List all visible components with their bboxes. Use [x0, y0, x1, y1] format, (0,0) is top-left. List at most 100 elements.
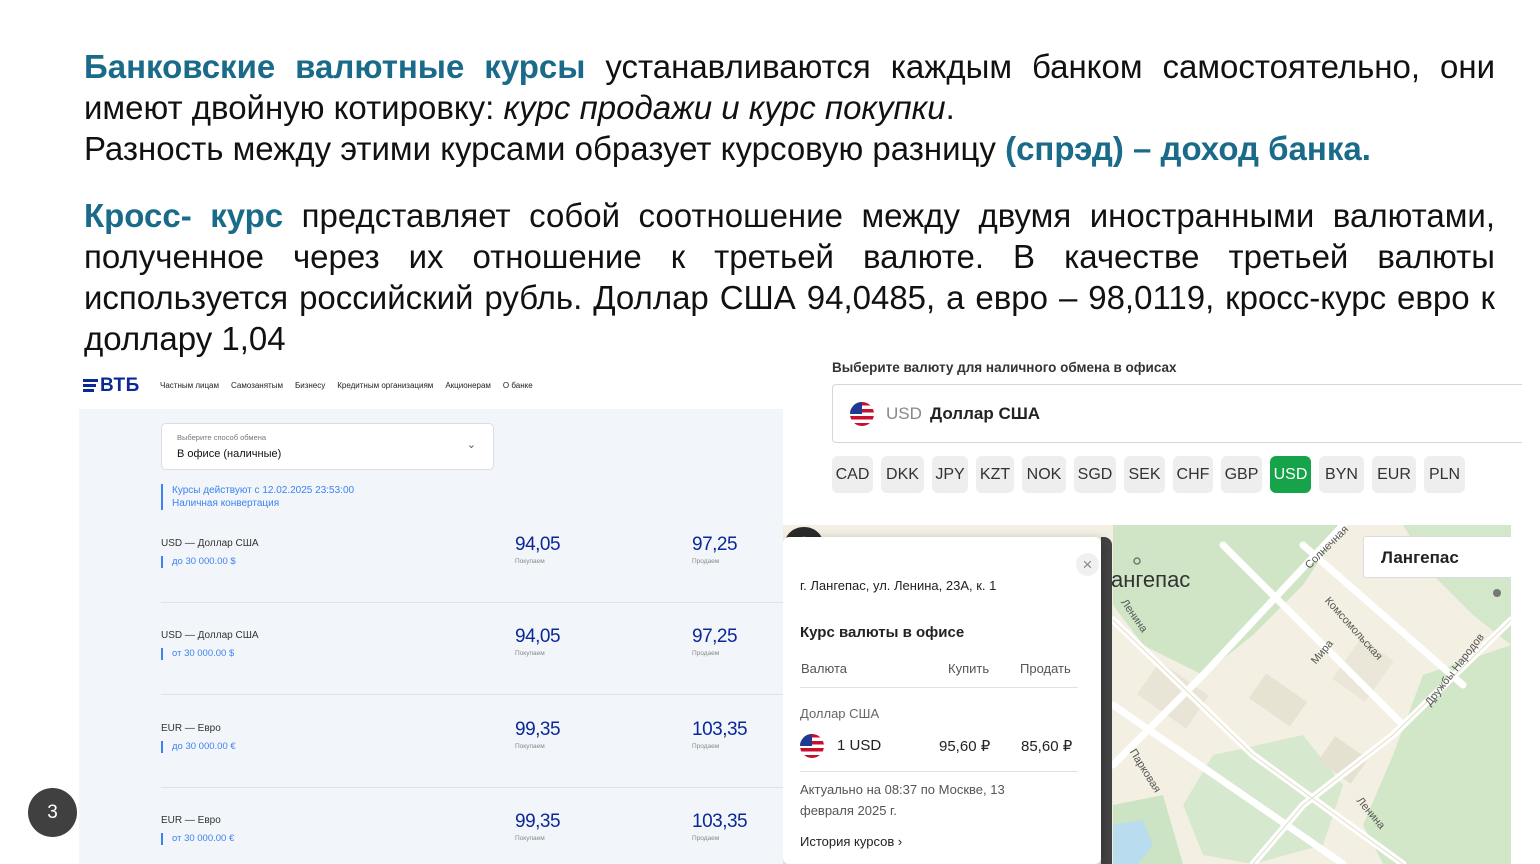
rate-limit: от 30 000.00 $ [161, 648, 234, 660]
rate-currency: EUR — Евро [161, 815, 221, 826]
rates-validity-note: Курсы действуют с 12.02.2025 23:53:00 На… [161, 484, 354, 510]
sell-caption: Продаем [692, 558, 720, 565]
table-divider [800, 771, 1078, 772]
vtb-body: Выберите способ обмена В офисе (наличные… [79, 409, 783, 864]
slide-text: Банковские валютные курсы устанавливаютс… [84, 46, 1495, 359]
buy-rate: 94,05 [515, 534, 561, 555]
sell-caption: Продаем [692, 650, 720, 657]
popup-sell-rate: 85,60 ₽ [1021, 738, 1073, 755]
office-rate-popup: × г. Лангепас, ул. Ленина, 23А, к. 1 Кур… [783, 537, 1101, 864]
exchange-method-label: Выберите способ обмена [177, 433, 267, 442]
table-divider [800, 687, 1078, 688]
nav-item[interactable]: Кредитным организациям [337, 381, 433, 390]
close-icon[interactable]: × [1076, 553, 1099, 576]
currency-chip-chf[interactable]: CHF [1173, 456, 1213, 493]
paragraph-cross-rate: Кросс- курс представляет собой соотношен… [84, 195, 1495, 359]
nav-item[interactable]: Бизнесу [295, 381, 325, 390]
popup-title: Курс валюты в офисе [800, 624, 965, 641]
buy-rate: 94,05 [515, 626, 561, 647]
rate-row: EUR — Евро до 30 000.00 € 99,35 Покупаем… [161, 719, 783, 815]
rate-row: USD — Доллар США до 30 000.00 $ 94,05 По… [161, 534, 783, 630]
office-address: г. Лангепас, ул. Ленина, 23А, к. 1 [800, 578, 997, 593]
paragraph-spread: Разность между этими курсами образует ку… [84, 128, 1495, 169]
map-town-label: ангепас [1111, 567, 1191, 592]
sell-rate: 103,35 [692, 811, 748, 832]
currency-chip-gbp[interactable]: GBP [1221, 456, 1262, 493]
term-spread: (спрэд) – доход банка. [1005, 130, 1371, 167]
exchange-method-select[interactable]: Выберите способ обмена В офисе (наличные… [161, 423, 494, 470]
vtb-header: ВТБ Частным лицам Самозанятым Бизнесу Кр… [79, 368, 783, 409]
italic-phrase: курс продажи и курс покупки [503, 89, 946, 126]
column-buy: Купить [948, 661, 990, 676]
map-search-input[interactable]: Лангепас [1363, 536, 1511, 578]
nav-item[interactable]: О банке [503, 381, 533, 390]
row-divider [161, 602, 783, 603]
popup-updated-time: Актуально на 08:37 по Москве, 13 февраля… [800, 782, 1005, 818]
office-map[interactable]: ангепас Солнечная Ленина Комсомольская М… [783, 525, 1511, 864]
currency-chip-kzt[interactable]: KZT [976, 456, 1014, 493]
paragraph-exchange-rates: Банковские валютные курсы устанавливаютс… [84, 46, 1495, 128]
buy-caption: Покупаем [515, 650, 545, 657]
rates-valid-from: Курсы действуют с 12.02.2025 23:53:00 [172, 485, 355, 496]
us-flag-icon [800, 734, 824, 758]
sell-caption: Продаем [692, 743, 720, 750]
sell-caption: Продаем [692, 835, 720, 842]
vtb-nav: Частным лицам Самозанятым Бизнесу Кредит… [160, 381, 533, 390]
sell-rate: 97,25 [692, 626, 738, 647]
rate-limit: до 30 000.00 $ [161, 556, 236, 568]
currency-chip-dkk[interactable]: DKK [881, 456, 924, 493]
rate-row: EUR — Евро от 30 000.00 € 99,35 Покупаем… [161, 811, 783, 864]
row-divider [161, 787, 783, 788]
rate-row: USD — Доллар США от 30 000.00 $ 94,05 По… [161, 626, 783, 722]
chevron-down-icon: ⌄ [466, 439, 476, 451]
currency-chip-byn[interactable]: BYN [1319, 456, 1364, 493]
paragraph-text: Разность между этими курсами образует ку… [84, 130, 1006, 167]
rate-limit: до 30 000.00 € [161, 741, 236, 753]
term-cross-rate: Кросс- курс [84, 197, 284, 234]
currency-chip-usd[interactable]: USD [1270, 456, 1311, 493]
currency-chip-sek[interactable]: SEK [1124, 456, 1165, 493]
buy-caption: Покупаем [515, 835, 545, 842]
buy-rate: 99,35 [515, 811, 561, 832]
column-sell: Продать [1020, 661, 1071, 676]
popup-shadow-edge [1101, 537, 1112, 864]
currency-chip-nok[interactable]: NOK [1022, 456, 1066, 493]
column-currency: Валюта [801, 661, 847, 676]
buy-caption: Покупаем [515, 743, 545, 750]
vtb-logo[interactable]: ВТБ [83, 375, 140, 397]
currency-chip-jpy[interactable]: JPY [932, 456, 968, 493]
buy-caption: Покупаем [515, 558, 545, 565]
sell-rate: 97,25 [692, 534, 738, 555]
currency-chip-eur[interactable]: EUR [1372, 456, 1416, 493]
rate-currency: USD — Доллар США [161, 538, 259, 549]
rate-currency: EUR — Евро [161, 723, 221, 734]
rate-limit: от 30 000.00 € [161, 833, 234, 845]
exchange-method-value: В офисе (наличные) [177, 448, 282, 460]
rates-conversion-type: Наличная конвертация [172, 498, 280, 509]
currency-chips: CAD DKK JPY KZT NOK SGD SEK CHF GBP USD … [832, 456, 1465, 493]
rate-history-link[interactable]: История курсов › [800, 834, 902, 849]
buy-rate: 99,35 [515, 719, 561, 740]
nav-item[interactable]: Самозанятым [231, 381, 283, 390]
nav-item[interactable]: Акционерам [445, 381, 491, 390]
currency-picker-title: Выберите валюту для наличного обмена в о… [832, 360, 1177, 375]
selected-currency-code: USD [886, 404, 922, 423]
term-bank-rates: Банковские валютные курсы [84, 48, 586, 85]
currency-select[interactable]: USD Доллар США [832, 384, 1522, 443]
currency-chip-cad[interactable]: CAD [832, 456, 873, 493]
popup-currency-name: Доллар США [800, 706, 880, 721]
currency-chip-pln[interactable]: PLN [1424, 456, 1465, 493]
vtb-logo-text: ВТБ [100, 375, 140, 396]
rate-currency: USD — Доллар США [161, 630, 259, 641]
popup-amount: 1 USD [837, 737, 882, 754]
vtb-rates-screenshot: ВТБ Частным лицам Самозанятым Бизнесу Кр… [79, 368, 783, 864]
paragraph-text: представляет собой соотношение между дву… [84, 197, 1495, 357]
vtb-logo-icon [83, 378, 98, 392]
selected-currency-name: Доллар США [930, 404, 1041, 423]
currency-chip-sgd[interactable]: SGD [1074, 456, 1116, 493]
popup-buy-rate: 95,60 ₽ [939, 738, 991, 755]
sell-rate: 103,35 [692, 719, 748, 740]
paragraph-text: . [945, 89, 955, 126]
nav-item[interactable]: Частным лицам [160, 381, 219, 390]
row-divider [161, 694, 783, 695]
